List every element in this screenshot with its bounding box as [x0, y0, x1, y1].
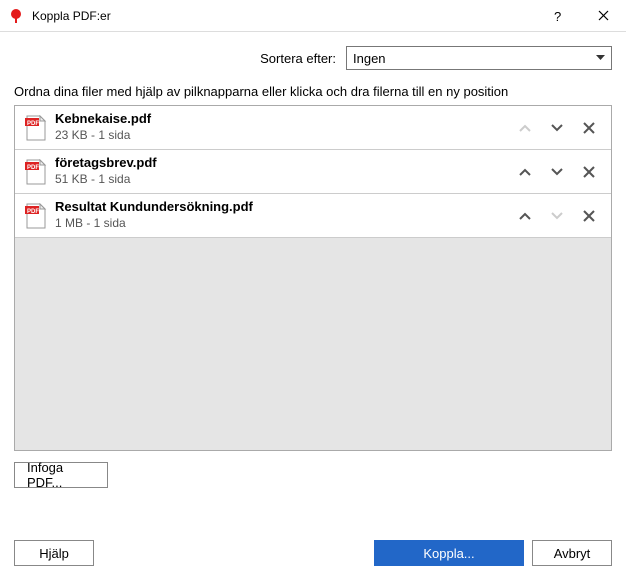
- file-meta: 23 KB - 1 sida: [55, 128, 511, 144]
- svg-text:?: ?: [554, 10, 561, 22]
- cancel-button[interactable]: Avbryt: [532, 540, 612, 566]
- instruction-text: Ordna dina filer med hjälp av pilknappar…: [14, 84, 612, 99]
- help-button[interactable]: Hjälp: [14, 540, 94, 566]
- close-titlebar-button[interactable]: [580, 0, 626, 32]
- pdf-icon: PDF: [23, 115, 49, 141]
- file-text: Resultat Kundundersökning.pdf 1 MB - 1 s…: [55, 199, 511, 231]
- pdf-icon: PDF: [23, 159, 49, 185]
- svg-text:PDF: PDF: [27, 165, 39, 171]
- sort-value: Ingen: [353, 51, 386, 66]
- move-down-button[interactable]: [543, 114, 571, 142]
- move-down-button[interactable]: [543, 158, 571, 186]
- remove-button[interactable]: [575, 158, 603, 186]
- move-up-button[interactable]: [511, 202, 539, 230]
- move-up-button[interactable]: [511, 158, 539, 186]
- svg-text:PDF: PDF: [27, 209, 39, 215]
- remove-button[interactable]: [575, 114, 603, 142]
- file-name: företagsbrev.pdf: [55, 155, 511, 172]
- titlebar: Koppla PDF:er ?: [0, 0, 626, 32]
- file-list: PDF Kebnekaise.pdf 23 KB - 1 sida: [14, 105, 612, 451]
- svg-text:PDF: PDF: [27, 121, 39, 127]
- insert-row: Infoga PDF...: [14, 461, 612, 488]
- help-titlebar-button[interactable]: ?: [534, 0, 580, 32]
- move-down-button: [543, 202, 571, 230]
- insert-pdf-button[interactable]: Infoga PDF...: [14, 462, 108, 488]
- row-actions: [511, 114, 603, 142]
- window-title: Koppla PDF:er: [32, 9, 534, 23]
- row-actions: [511, 158, 603, 186]
- file-name: Kebnekaise.pdf: [55, 111, 511, 128]
- dialog-footer: Hjälp Koppla... Avbryt: [14, 540, 612, 566]
- file-meta: 1 MB - 1 sida: [55, 216, 511, 232]
- app-icon: [8, 8, 24, 24]
- file-row[interactable]: PDF Resultat Kundundersökning.pdf 1 MB -…: [15, 194, 611, 238]
- sort-row: Sortera efter: Ingen: [14, 46, 612, 70]
- file-row[interactable]: PDF Kebnekaise.pdf 23 KB - 1 sida: [15, 106, 611, 150]
- file-meta: 51 KB - 1 sida: [55, 172, 511, 188]
- pdf-icon: PDF: [23, 203, 49, 229]
- merge-button[interactable]: Koppla...: [374, 540, 524, 566]
- move-up-button: [511, 114, 539, 142]
- file-text: företagsbrev.pdf 51 KB - 1 sida: [55, 155, 511, 187]
- sort-label: Sortera efter:: [260, 51, 336, 66]
- row-actions: [511, 202, 603, 230]
- dialog-content: Sortera efter: Ingen Ordna dina filer me…: [0, 32, 626, 502]
- sort-dropdown[interactable]: Ingen: [346, 46, 612, 70]
- chevron-down-icon: [596, 53, 605, 64]
- file-row[interactable]: PDF företagsbrev.pdf 51 KB - 1 sida: [15, 150, 611, 194]
- remove-button[interactable]: [575, 202, 603, 230]
- file-text: Kebnekaise.pdf 23 KB - 1 sida: [55, 111, 511, 143]
- file-name: Resultat Kundundersökning.pdf: [55, 199, 511, 216]
